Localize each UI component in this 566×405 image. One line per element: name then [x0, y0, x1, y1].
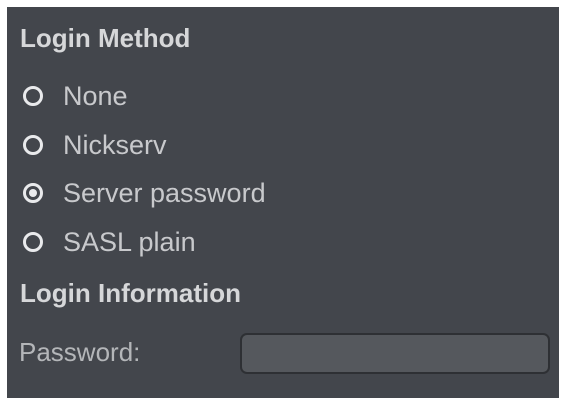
radio-option-none[interactable]: None [20, 79, 128, 113]
radio-label-server-password: Server password [63, 177, 266, 208]
login-settings-panel: Login Method None Nickserv Server passwo… [7, 7, 559, 398]
radio-option-server-password[interactable]: Server password [20, 176, 266, 210]
radio-option-nickserv[interactable]: Nickserv [20, 128, 167, 162]
radio-option-sasl-plain[interactable]: SASL plain [20, 225, 196, 259]
login-information-heading: Login Information [20, 278, 241, 308]
radio-button-icon[interactable] [23, 135, 43, 155]
radio-button-icon[interactable] [23, 86, 43, 106]
radio-button-selected-icon[interactable] [23, 183, 43, 203]
login-method-heading: Login Method [20, 23, 191, 53]
password-label: Password: [19, 337, 141, 367]
radio-label-none: None [63, 80, 128, 111]
radio-label-sasl-plain: SASL plain [63, 226, 196, 257]
password-input[interactable] [240, 333, 550, 374]
radio-button-icon[interactable] [23, 232, 43, 252]
radio-label-nickserv: Nickserv [63, 129, 167, 160]
